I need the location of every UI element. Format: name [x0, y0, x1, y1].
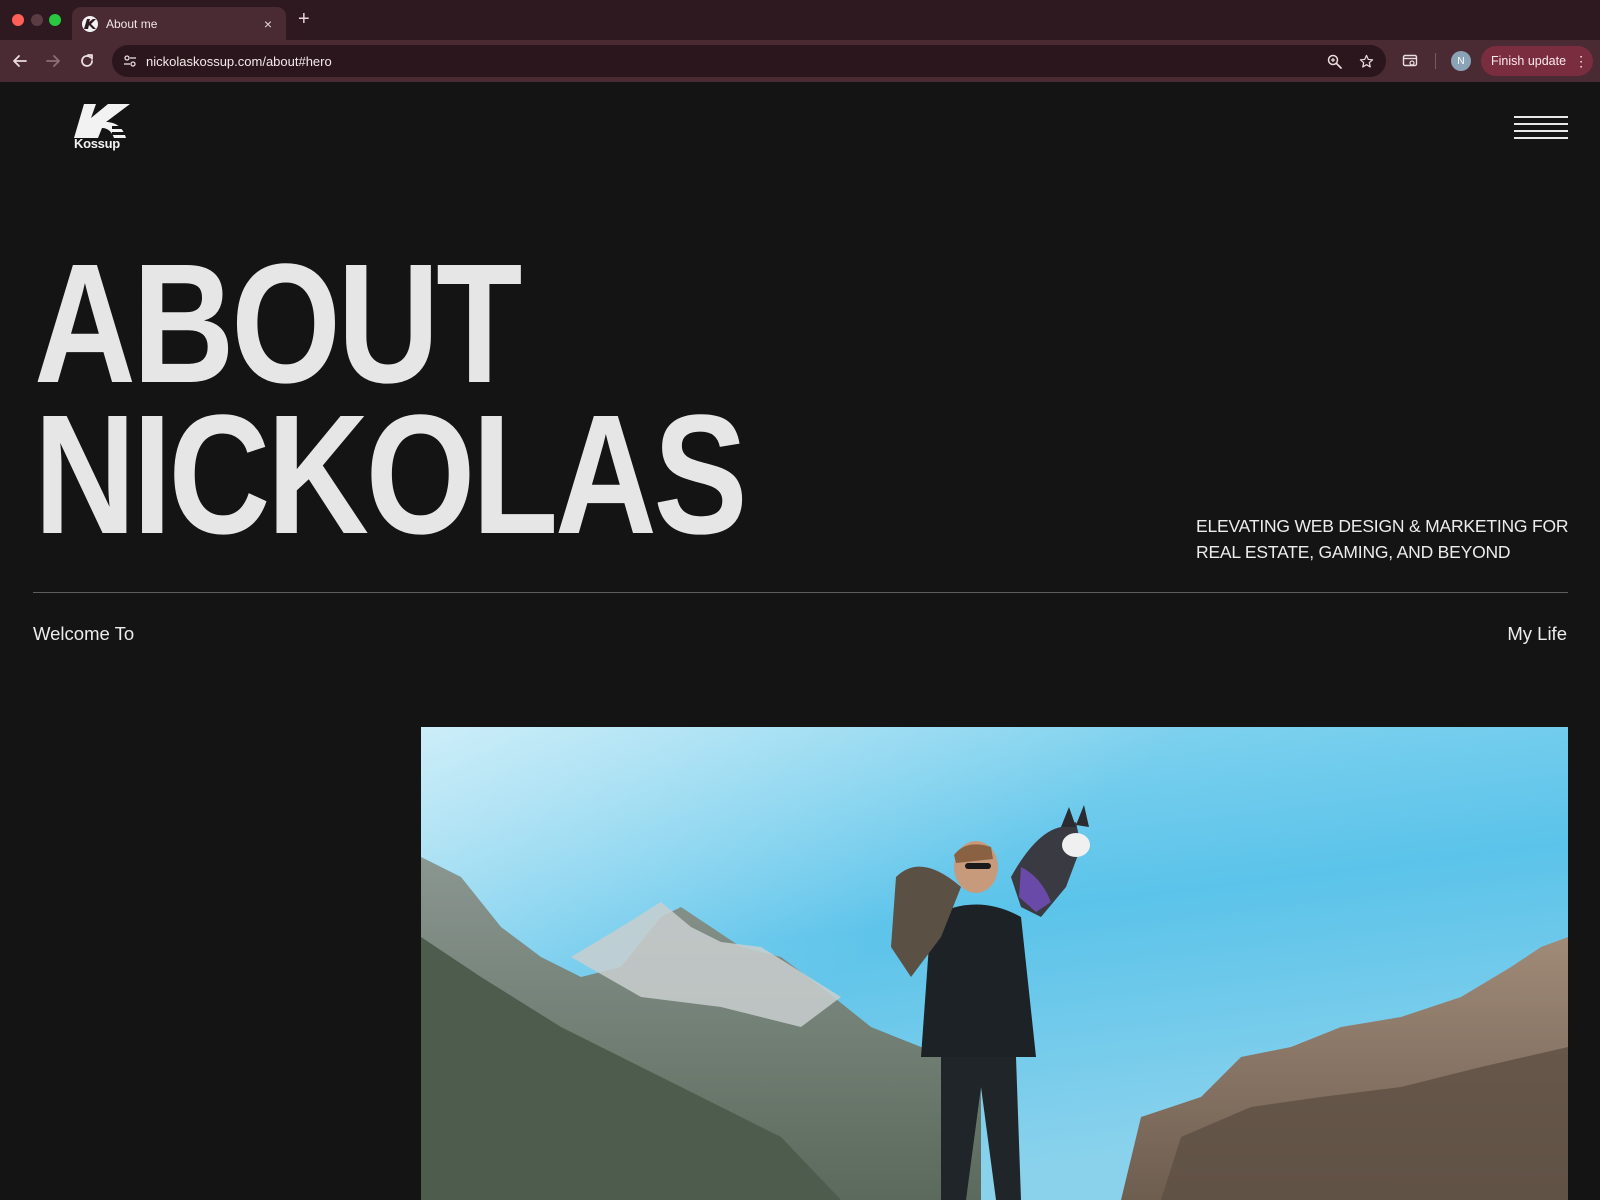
hero-title-line-1: ABOUT	[34, 229, 522, 419]
tagline-line-1: ELEVATING WEB DESIGN & MARKETING FOR	[1196, 516, 1569, 536]
address-bar[interactable]: nickolaskossup.com/about#hero	[112, 45, 1386, 77]
browser-toolbar: nickolaskossup.com/about#hero N Finish u…	[0, 40, 1600, 82]
menu-line	[1514, 123, 1568, 125]
toolbar-divider	[1435, 53, 1436, 69]
finish-update-label: Finish update	[1491, 54, 1567, 68]
section-divider	[33, 592, 1568, 593]
tab-title: About me	[106, 16, 158, 31]
more-menu-icon[interactable]: ⋮	[1574, 54, 1588, 68]
my-life-label: My Life	[1507, 623, 1567, 644]
browser-tab-bar: About me × +	[0, 0, 1600, 40]
menu-line	[1514, 130, 1568, 132]
tab-about-me[interactable]: About me ×	[72, 7, 286, 40]
kossup-logo[interactable]: Kossup	[74, 104, 130, 154]
arrow-left-icon[interactable]	[8, 49, 32, 73]
logo-text: Kossup	[74, 136, 120, 151]
menu-line	[1514, 116, 1568, 118]
window-close-button[interactable]	[12, 14, 24, 26]
tagline: ELEVATING WEB DESIGN & MARKETING FOR REA…	[1196, 513, 1576, 565]
hero-photo	[421, 727, 1568, 1200]
window-maximize-button[interactable]	[49, 14, 61, 26]
window-minimize-button[interactable]	[31, 14, 43, 26]
reload-icon[interactable]	[75, 49, 99, 73]
zoom-icon[interactable]	[1322, 49, 1346, 73]
tab-search-icon[interactable]	[1398, 49, 1422, 73]
close-tab-icon[interactable]: ×	[260, 16, 276, 32]
logo-mark-icon	[74, 104, 130, 138]
tune-icon[interactable]	[120, 51, 140, 71]
avatar[interactable]: N	[1451, 51, 1471, 71]
hero-title-line-2: NICKOLAS	[34, 380, 748, 570]
page-content: Kossup ABOUT NICKOLAS ELEVATING WEB DESI…	[0, 82, 1600, 1200]
favicon-icon	[82, 15, 98, 32]
tagline-line-2: REAL ESTATE, GAMING, AND BEYOND	[1196, 542, 1511, 562]
star-icon[interactable]	[1354, 49, 1378, 73]
welcome-label: Welcome To	[33, 623, 135, 644]
menu-line	[1514, 137, 1568, 139]
finish-update-button[interactable]: Finish update ⋮	[1481, 46, 1593, 76]
new-tab-button[interactable]: +	[298, 8, 310, 31]
arrow-right-icon[interactable]	[41, 49, 65, 73]
url-text[interactable]: nickolaskossup.com/about#hero	[146, 54, 1322, 69]
hamburger-icon[interactable]	[1514, 116, 1568, 142]
